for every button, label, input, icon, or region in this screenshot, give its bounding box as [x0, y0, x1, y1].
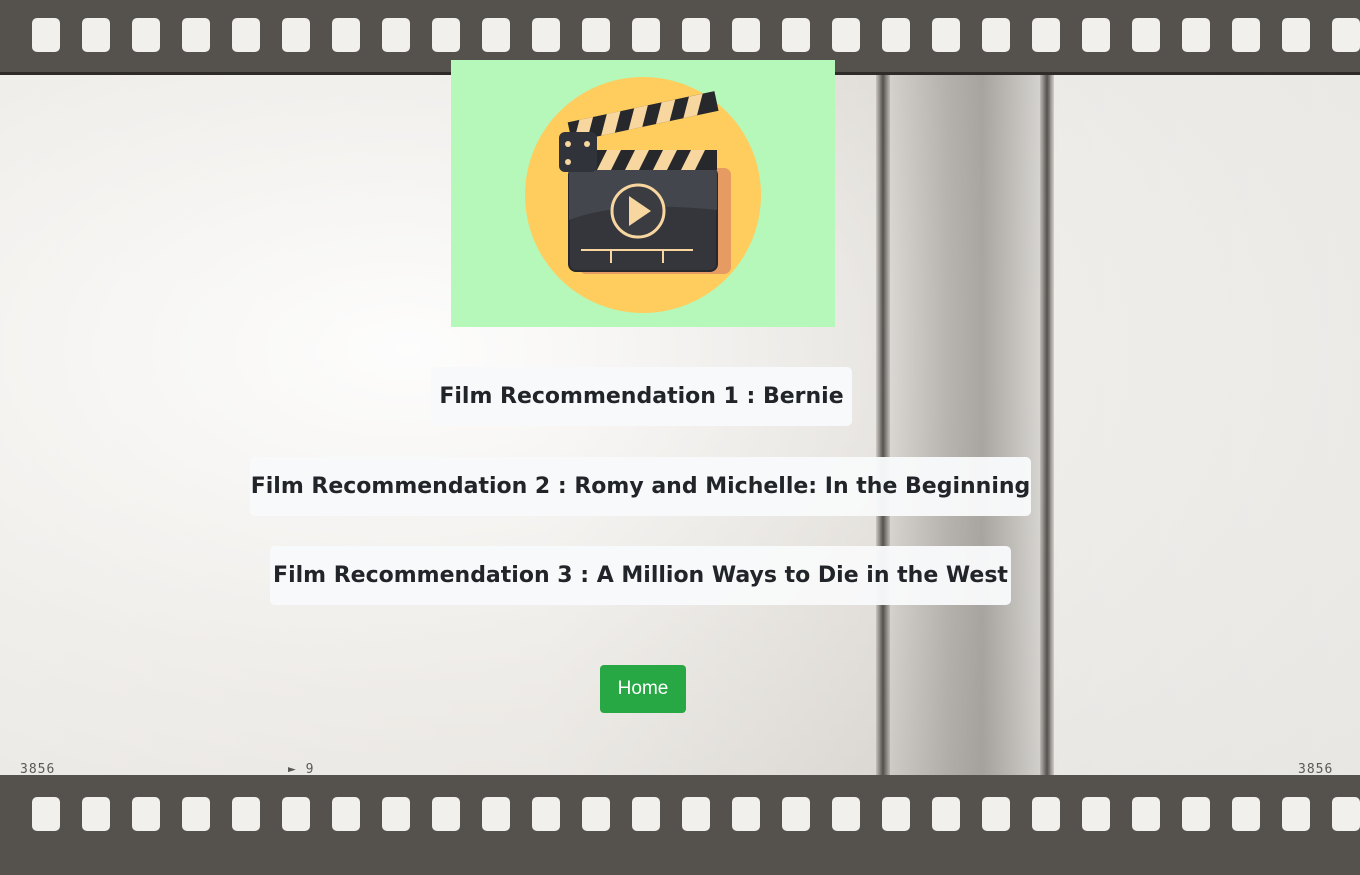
frame-arrow-icon: ►: [288, 762, 297, 777]
home-button[interactable]: Home: [600, 665, 686, 713]
sprocket-holes: [0, 797, 1360, 831]
recommendation-3: Film Recommendation 3 : A Million Ways t…: [270, 546, 1011, 605]
recommendation-1: Film Recommendation 1 : Bernie: [431, 367, 852, 426]
frame-marker: ► 9: [288, 762, 314, 777]
sprocket-holes: [0, 18, 1360, 52]
logo-image: [451, 60, 835, 327]
frame-divider: [876, 72, 890, 775]
frame-number: 3856: [1298, 762, 1334, 777]
film-strip-bottom: [0, 775, 1360, 875]
film-stain: [880, 72, 1050, 775]
clapperboard-play-icon: [525, 77, 761, 313]
frame-divider: [1040, 72, 1054, 775]
frame-number: 3856: [20, 762, 56, 777]
recommendation-2: Film Recommendation 2 : Romy and Michell…: [250, 457, 1031, 516]
frame-number: 9: [305, 762, 315, 777]
